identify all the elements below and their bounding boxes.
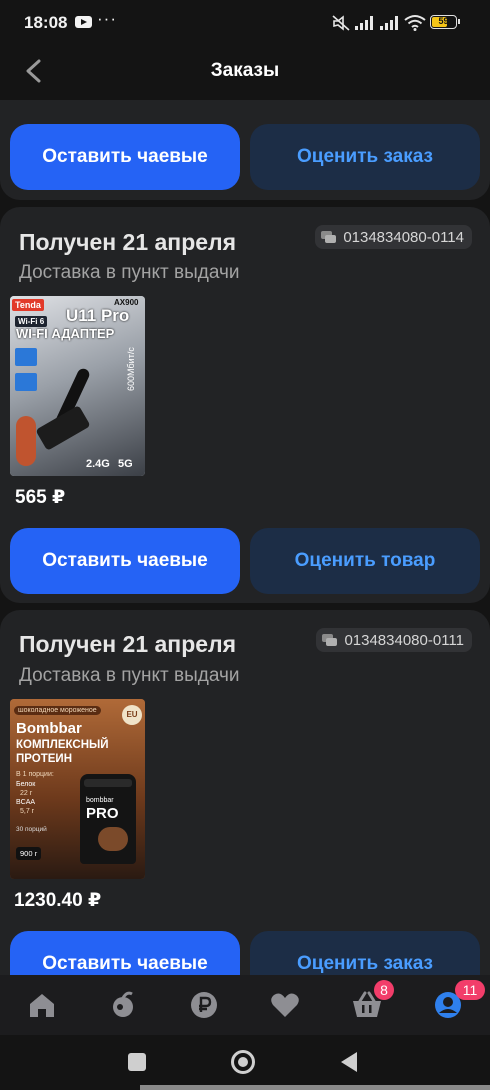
cart-count-badge: 8: [374, 980, 394, 1000]
product-image[interactable]: Tenda AX900 Wi-Fi 6 U11 Pro WI-FI АДАПТЕ…: [10, 296, 145, 476]
order-card: Получен 21 апреля 0134834080-0111 Достав…: [0, 610, 490, 1030]
mute-icon: [332, 15, 350, 31]
eu-badge: EU: [122, 705, 142, 725]
scroll-indicator: [140, 1085, 490, 1090]
order-number: 0134834080-0111: [344, 631, 464, 649]
order-number-chip[interactable]: 0134834080-0111: [316, 628, 472, 652]
order-card-previous: Оставить чаевые Оценить заказ: [0, 100, 490, 200]
windows-icon: [15, 348, 37, 366]
copy-icon: [321, 231, 337, 243]
home-icon: [30, 994, 54, 1017]
back-nav-button[interactable]: [340, 1051, 358, 1073]
wifi-icon: [404, 15, 426, 31]
windows-icon: [15, 373, 37, 391]
bottom-navigation: 8 11: [0, 975, 490, 1035]
product-price: 1230.40 ₽: [14, 890, 102, 911]
home-button[interactable]: [231, 1050, 255, 1074]
order-status: Получен 21 апреля: [19, 631, 237, 657]
fruit-icon: [113, 991, 133, 1017]
order-status: Получен 21 апреля: [19, 229, 237, 255]
order-number-chip[interactable]: 0134834080-0114: [315, 225, 472, 249]
nav-catalog[interactable]: [107, 989, 139, 1021]
battery-icon: 59: [430, 15, 460, 29]
leave-tip-button[interactable]: Оставить чаевые: [10, 124, 240, 190]
youtube-icon: [75, 16, 92, 28]
more-notifications-icon: ···: [97, 9, 117, 28]
order-number: 0134834080-0114: [343, 228, 464, 246]
nav-favorites[interactable]: [269, 989, 301, 1021]
page-title: Заказы: [210, 60, 280, 81]
ruble-icon: [191, 992, 217, 1018]
product-price: 565 ₽: [15, 487, 66, 508]
order-card: Получен 21 апреля 0134834080-0114 Достав…: [0, 207, 490, 603]
signal-icon: [355, 16, 375, 30]
heart-icon: [271, 993, 299, 1017]
leave-tip-button[interactable]: Оставить чаевые: [10, 528, 240, 594]
rate-order-button[interactable]: Оценить заказ: [250, 124, 480, 190]
copy-icon: [322, 634, 338, 646]
nav-finance[interactable]: [188, 989, 220, 1021]
profile-notifications-badge: 11: [455, 980, 485, 1000]
recent-apps-button[interactable]: [128, 1053, 146, 1071]
rate-product-button[interactable]: Оценить товар: [250, 528, 480, 594]
nav-home[interactable]: [26, 989, 58, 1021]
delivery-type: Доставка в пункт выдачи: [19, 262, 240, 283]
product-image[interactable]: шоколадное мороженое EU Bombbar КОМПЛЕКС…: [10, 699, 145, 879]
delivery-type: Доставка в пункт выдачи: [19, 665, 240, 686]
clock: 18:08: [24, 13, 68, 32]
system-navigation-bar: [0, 1035, 490, 1090]
signal-icon-2: [380, 16, 400, 30]
status-bar: 18:08 ··· 59: [0, 0, 490, 46]
brand-logo: Bombbar: [16, 720, 82, 737]
brand-logo: Tenda: [12, 299, 44, 311]
